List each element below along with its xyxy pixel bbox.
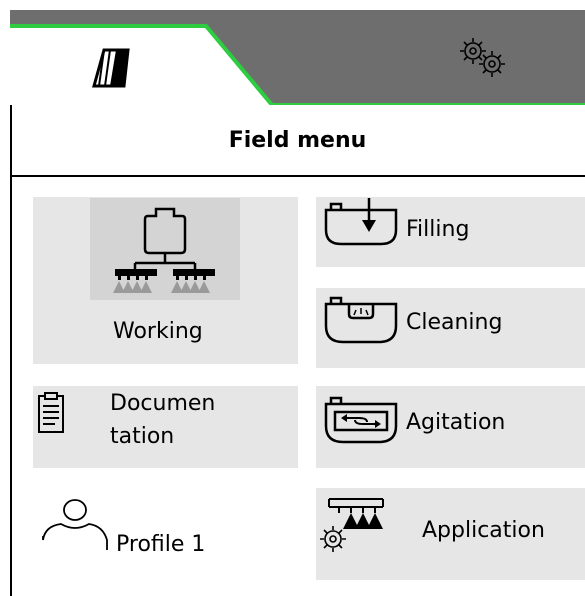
boom-gear-icon <box>320 498 384 552</box>
tank-agitation-icon <box>324 396 398 444</box>
application-button[interactable]: Application <box>316 488 585 580</box>
field-menu-screen: Field menu Working Filling Cleaning Docu… <box>10 10 585 596</box>
working-button[interactable]: Working <box>33 197 298 364</box>
agitation-button[interactable]: Agitation <box>316 386 585 468</box>
tab-bar <box>10 10 585 105</box>
cleaning-label: Cleaning <box>406 310 503 335</box>
tab-field[interactable] <box>10 26 240 105</box>
tank-clean-icon <box>324 296 398 344</box>
sprayer-boom-icon <box>113 207 215 293</box>
cleaning-button[interactable]: Cleaning <box>316 288 585 368</box>
filling-label: Filling <box>406 217 470 242</box>
documentation-button[interactable]: Documen tation <box>33 386 298 468</box>
agitation-label: Agitation <box>406 410 506 435</box>
tank-fill-icon <box>324 198 398 246</box>
documentation-label-line1: Documen <box>110 391 216 416</box>
clipboard-icon <box>38 392 64 433</box>
profile-label: Profile 1 <box>116 532 206 557</box>
documentation-label-line2: tation <box>110 424 175 449</box>
working-label: Working <box>113 319 203 344</box>
filling-button[interactable]: Filling <box>316 197 585 267</box>
title-divider <box>10 175 585 177</box>
application-label: Application <box>422 518 545 543</box>
page-title: Field menu <box>228 128 367 153</box>
profile-button[interactable]: Profile 1 <box>33 490 298 570</box>
user-profile-icon <box>42 499 108 550</box>
tab-settings[interactable] <box>275 10 585 102</box>
gears-icon <box>460 38 505 77</box>
field-icon <box>92 48 130 88</box>
